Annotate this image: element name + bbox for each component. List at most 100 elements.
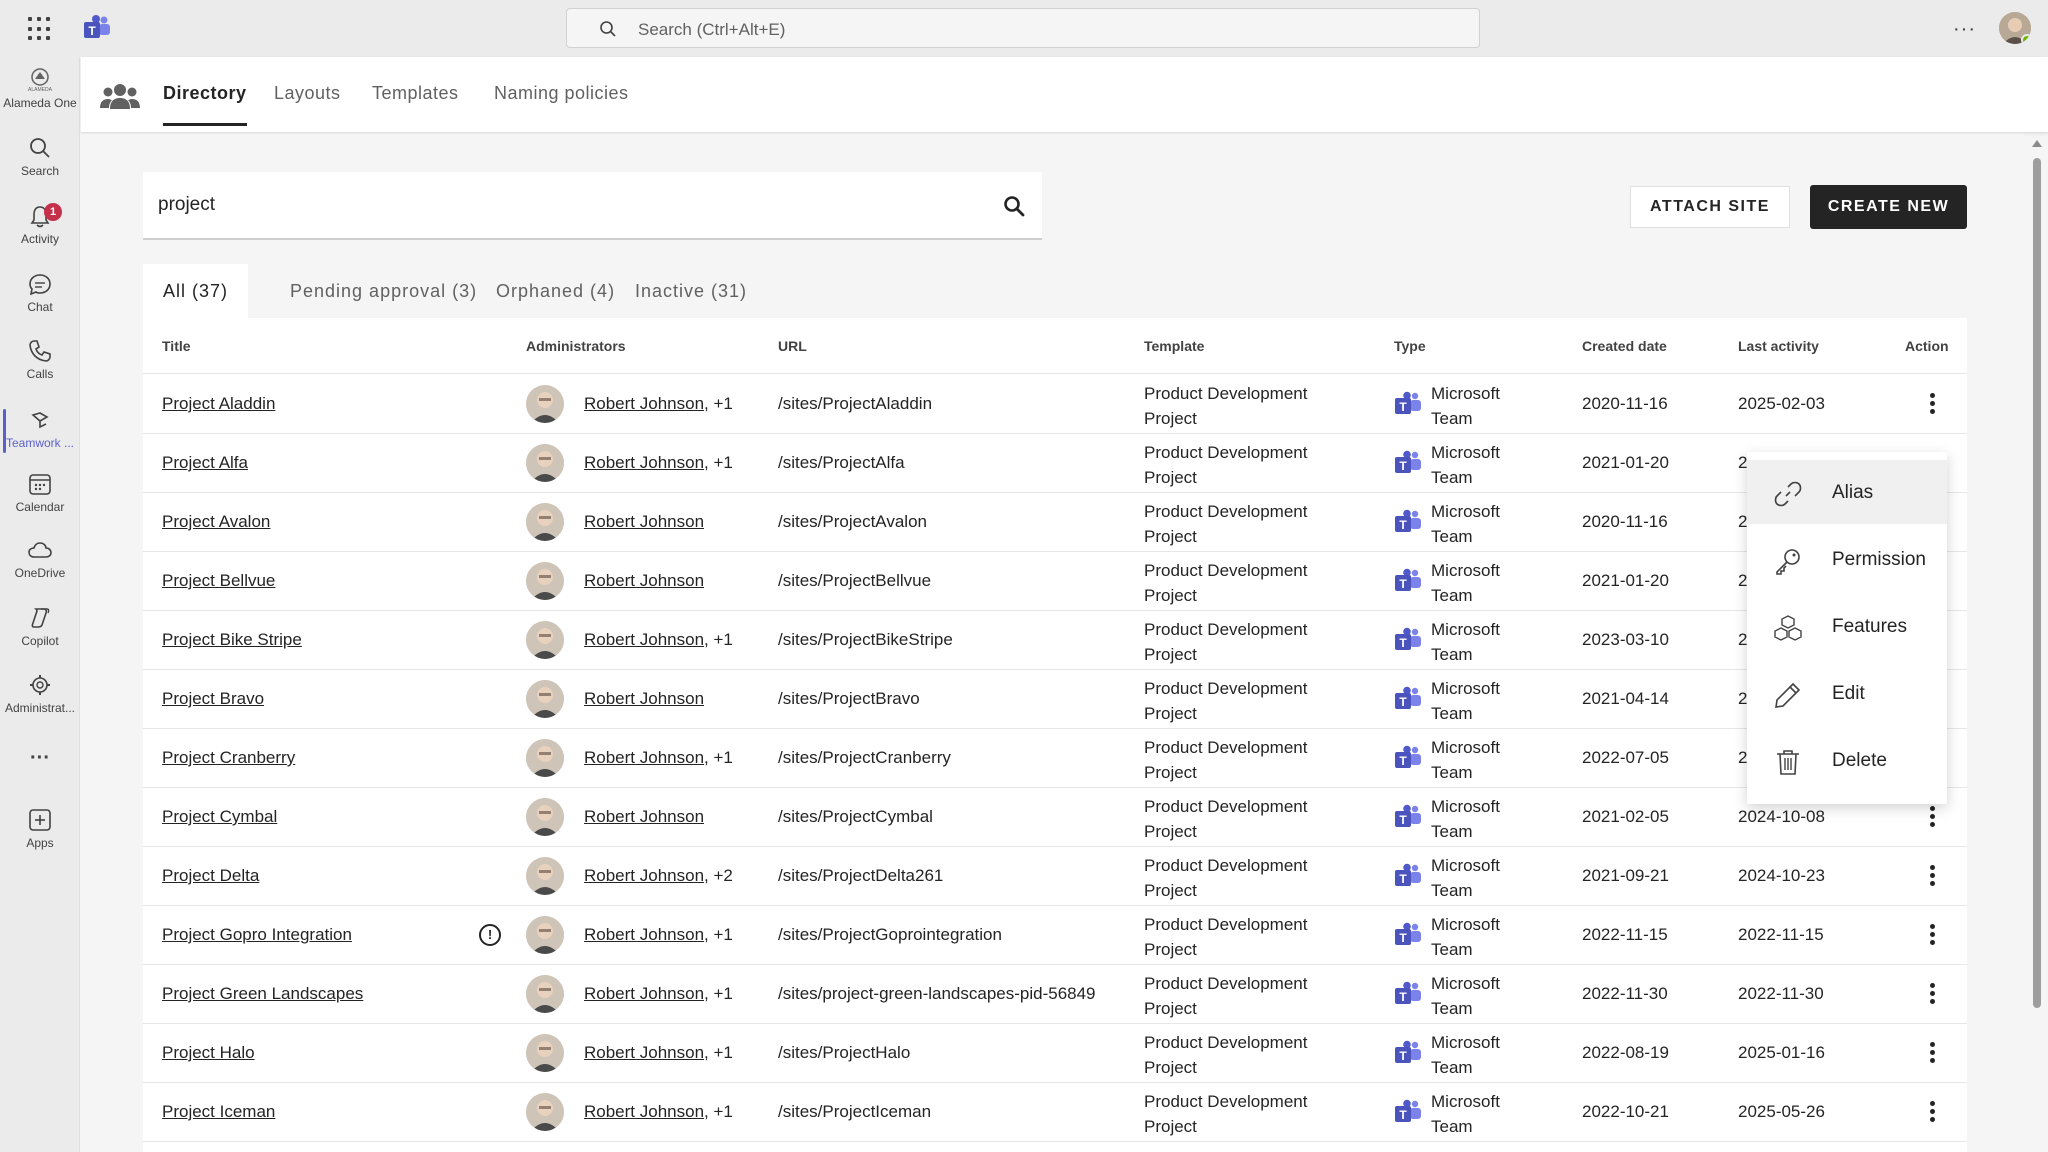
table-row[interactable]: Project Bravo Robert Johnson/sites/Projec…	[143, 670, 1967, 729]
type-line-1: Microsoft	[1431, 620, 1500, 639]
admin-name-link[interactable]: Robert Johnson	[584, 630, 704, 649]
site-title-link[interactable]: Project Halo	[162, 1043, 255, 1063]
table-row[interactable]: Project Green Landscapes Robert Johnson, …	[143, 965, 1967, 1024]
row-actions-kebab-icon[interactable]	[1920, 863, 1944, 889]
site-title-link[interactable]: Project Delta	[162, 866, 259, 886]
scroll-thumb[interactable]	[2033, 158, 2041, 1008]
rail-item-teamwork[interactable]: Teamwork ...	[0, 407, 80, 469]
menu-item-alias[interactable]: Alias	[1747, 460, 1947, 524]
admin-photo-icon	[526, 857, 564, 895]
row-actions-kebab-icon[interactable]	[1920, 1099, 1944, 1125]
admin-name-link[interactable]: Robert Johnson	[584, 984, 704, 1003]
table-row[interactable]: Project Iceman Robert Johnson, +1/sites/P…	[143, 1083, 1967, 1142]
tab-layouts[interactable]: Layouts	[274, 83, 341, 104]
admin-name-link[interactable]: Robert Johnson	[584, 512, 704, 531]
row-actions-kebab-icon[interactable]	[1920, 922, 1944, 948]
rail-label: Activity	[20, 232, 59, 246]
table-row[interactable]: Project Avalon Robert Johnson/sites/Proje…	[143, 493, 1967, 552]
site-title-link[interactable]: Project Cymbal	[162, 807, 277, 827]
menu-item-delete[interactable]: Delete	[1747, 728, 1947, 792]
menu-item-permission[interactable]: Permission	[1747, 527, 1947, 591]
rail-item-onedrive[interactable]: OneDrive	[0, 537, 80, 599]
create-new-button[interactable]: CREATE NEW	[1810, 185, 1967, 229]
site-title-link[interactable]: Project Gopro Integration	[162, 925, 352, 945]
admin-name-link[interactable]: Robert Johnson	[584, 866, 704, 885]
site-title-link[interactable]: Project Green Landscapes	[162, 984, 363, 1004]
site-title-link[interactable]: Project Bravo	[162, 689, 264, 709]
info-icon[interactable]: !	[479, 924, 501, 946]
rail-item-calendar[interactable]: Calendar	[0, 471, 80, 533]
admin-name-link[interactable]: Robert Johnson	[584, 1102, 704, 1121]
tab-naming-policies[interactable]: Naming policies	[494, 83, 629, 104]
search-icon[interactable]	[1002, 194, 1026, 218]
site-title-link[interactable]: Project Alfa	[162, 453, 248, 473]
admin-name-link[interactable]: Robert Johnson	[584, 807, 704, 826]
rail-item-copilot[interactable]: Copilot	[0, 605, 80, 667]
rail-item-apps[interactable]: Apps	[0, 807, 80, 869]
table-row[interactable]: Project Cymbal Robert Johnson/sites/Proje…	[143, 788, 1967, 847]
vertical-scrollbar[interactable]	[2030, 140, 2044, 1152]
admin-name-link[interactable]: Robert Johnson	[584, 1043, 704, 1062]
row-actions-kebab-icon[interactable]	[1920, 981, 1944, 1007]
table-row[interactable]: Project Gopro Integration! Robert Johnson…	[143, 906, 1967, 965]
admin-name-link[interactable]: Robert Johnson	[584, 453, 704, 472]
header-title[interactable]: Title	[162, 338, 191, 354]
table-row[interactable]: Project Aladdin Robert Johnson, +1/sites/…	[143, 375, 1967, 434]
site-title-link[interactable]: Project Iceman	[162, 1102, 275, 1122]
site-url: /sites/ProjectIceman	[778, 1102, 932, 1121]
filter-tab-inactive[interactable]: Inactive (31)	[615, 264, 767, 318]
admin-name-link[interactable]: Robert Johnson	[584, 925, 704, 944]
site-title-link[interactable]: Project Bike Stripe	[162, 630, 302, 650]
more-options-icon[interactable]: ···	[1953, 18, 1976, 41]
row-actions-kebab-icon[interactable]	[1920, 391, 1944, 417]
app-launcher-icon[interactable]	[28, 17, 52, 41]
table-row[interactable]: Project Bellvue Robert Johnson/sites/Proj…	[143, 552, 1967, 611]
tab-templates[interactable]: Templates	[372, 83, 459, 104]
trash-icon	[1777, 750, 1799, 775]
filter-tab-orphaned[interactable]: Orphaned (4)	[476, 264, 635, 318]
table-row[interactable]: Project Halo Robert Johnson, +1/sites/Pro…	[143, 1024, 1967, 1083]
header-template[interactable]: Template	[1144, 338, 1204, 354]
rail-item-chat[interactable]: Chat	[0, 271, 80, 333]
rail-item-alameda-one[interactable]: ALAMEDA Alameda One	[0, 67, 80, 129]
teams-icon: T	[1395, 922, 1421, 945]
filter-tab-pending-approval[interactable]: Pending approval (3)	[270, 264, 497, 318]
header-last-activity[interactable]: Last activity	[1738, 338, 1819, 354]
attach-site-button[interactable]: ATTACH SITE	[1630, 186, 1790, 228]
row-actions-kebab-icon[interactable]	[1920, 1040, 1944, 1066]
admin-name-link[interactable]: Robert Johnson	[584, 748, 704, 767]
table-row[interactable]: Project Cranberry Robert Johnson, +1/site…	[143, 729, 1967, 788]
menu-item-features[interactable]: Features	[1747, 594, 1947, 658]
rail-item-administration[interactable]: Administrat...	[0, 672, 80, 734]
admin-name-link[interactable]: Robert Johnson	[584, 571, 704, 590]
menu-item-edit[interactable]: Edit	[1747, 661, 1947, 725]
admin-name-link[interactable]: Robert Johnson	[584, 689, 704, 708]
admin-name-link[interactable]: Robert Johnson	[584, 394, 704, 413]
filter-tab-all[interactable]: All (37)	[143, 264, 249, 318]
directory-search-input[interactable]: project	[143, 172, 1042, 240]
header-url[interactable]: URL	[778, 338, 807, 354]
rail-item-calls[interactable]: Calls	[0, 338, 80, 400]
scroll-up-icon[interactable]	[2032, 140, 2042, 147]
template-line-1: Product Development	[1144, 679, 1308, 698]
rail-item-activity[interactable]: 1 Activity	[0, 203, 80, 265]
header-administrators[interactable]: Administrators	[526, 338, 626, 354]
site-title-link[interactable]: Project Aladdin	[162, 394, 275, 414]
global-search-input[interactable]: Search (Ctrl+Alt+E)	[566, 8, 1480, 48]
site-url: /sites/ProjectBellvue	[778, 571, 932, 590]
row-actions-kebab-icon[interactable]	[1920, 804, 1944, 830]
site-title-link[interactable]: Project Cranberry	[162, 748, 295, 768]
table-row[interactable]: Project Delta Robert Johnson, +2/sites/Pr…	[143, 847, 1967, 906]
header-created-date[interactable]: Created date	[1582, 338, 1667, 354]
table-row[interactable]: Project Bike Stripe Robert Johnson, +1/si…	[143, 611, 1967, 670]
header-type[interactable]: Type	[1394, 338, 1426, 354]
site-title-link[interactable]: Project Avalon	[162, 512, 270, 532]
template-line-2: Project	[1144, 822, 1197, 841]
site-title-link[interactable]: Project Bellvue	[162, 571, 275, 591]
type-line-1: Microsoft	[1431, 797, 1500, 816]
table-row[interactable]: Project Alfa Robert Johnson, +1/sites/Pro…	[143, 434, 1967, 493]
rail-item-more[interactable]: ···	[0, 747, 80, 809]
rail-item-search[interactable]: Search	[0, 135, 80, 197]
tab-directory[interactable]: Directory	[163, 83, 247, 126]
user-avatar[interactable]	[1999, 12, 2031, 44]
